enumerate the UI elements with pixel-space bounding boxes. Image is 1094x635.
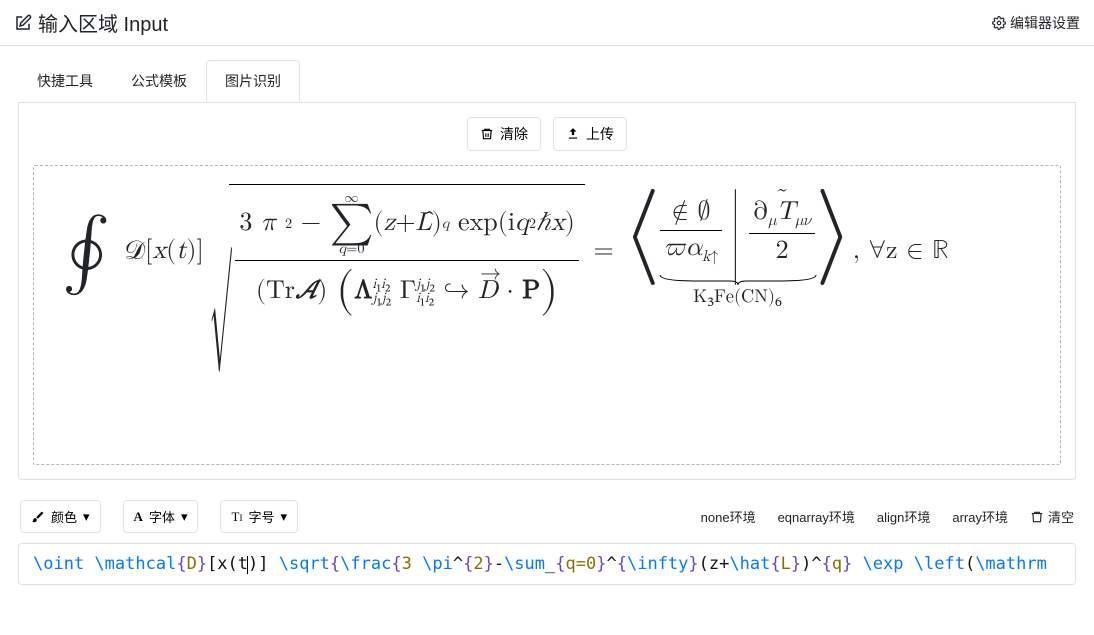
font-icon: A (134, 509, 143, 525)
tab-quick-tools[interactable]: 快捷工具 (18, 60, 112, 102)
edit-icon (14, 14, 32, 32)
header-title: 输入区域 Input (38, 8, 168, 37)
ocr-action-row: 清除 上传 (33, 117, 1061, 151)
color-dropdown[interactable]: 颜色 ▾ (20, 500, 101, 533)
trash-icon (1030, 510, 1044, 524)
font-label: 字体 (149, 507, 175, 526)
upload-label: 上传 (586, 124, 614, 144)
tab-image-ocr[interactable]: 图片识别 (206, 60, 300, 102)
chevron-down-icon: ▾ (280, 509, 287, 525)
brush-icon (31, 510, 45, 524)
color-label: 颜色 (51, 507, 77, 526)
settings-label: 编辑器设置 (1010, 13, 1080, 33)
trash-icon (480, 127, 494, 141)
editor-settings-button[interactable]: 编辑器设置 (992, 13, 1080, 33)
gear-icon (992, 16, 1006, 30)
clear-button[interactable]: 清除 (467, 117, 541, 151)
empty-button[interactable]: 清空 (1030, 507, 1074, 526)
ocr-panel: 清除 上传 ∮ 𝒟[x(t)] √ (18, 102, 1076, 480)
latex-code-editor[interactable]: \oint \mathcal{D}[x(t)] \sqrt{\frac{3 \p… (18, 543, 1076, 585)
formula-trailing: , ∀z ∈ ℝ (853, 236, 949, 267)
chevron-down-icon: ▾ (181, 509, 188, 525)
text-size-icon: TI (231, 509, 242, 525)
upload-icon (566, 127, 580, 141)
header-bar: 输入区域 Input 编辑器设置 (0, 0, 1094, 46)
underbrace-label: K₃Fe(CN)₆ (693, 285, 782, 310)
size-label: 字号 (248, 507, 274, 526)
header-title-group: 输入区域 Input (14, 8, 168, 37)
size-dropdown[interactable]: TI 字号 ▾ (220, 500, 298, 533)
env-align-button[interactable]: align环境 (877, 507, 930, 526)
clear-label: 清除 (500, 124, 528, 144)
env-none-button[interactable]: none环境 (701, 507, 756, 526)
upload-button[interactable]: 上传 (553, 117, 627, 151)
formula-preview-box[interactable]: ∮ 𝒟[x(t)] √ 3 π 2 − ∞ ∑ q=0 (33, 165, 1061, 465)
tab-formula-templates[interactable]: 公式模板 (112, 60, 206, 102)
font-dropdown[interactable]: A 字体 ▾ (123, 500, 199, 533)
rendered-formula: ∮ 𝒟[x(t)] √ 3 π 2 − ∞ ∑ q=0 (62, 184, 949, 319)
tabs-row: 快捷工具 公式模板 图片识别 (0, 46, 1094, 102)
env-array-button[interactable]: array环境 (952, 507, 1008, 526)
editor-toolbar: 颜色 ▾ A 字体 ▾ TI 字号 ▾ none环境 eqnarray环境 al… (18, 500, 1076, 533)
chevron-down-icon: ▾ (83, 509, 90, 525)
env-eqnarray-button[interactable]: eqnarray环境 (778, 507, 855, 526)
